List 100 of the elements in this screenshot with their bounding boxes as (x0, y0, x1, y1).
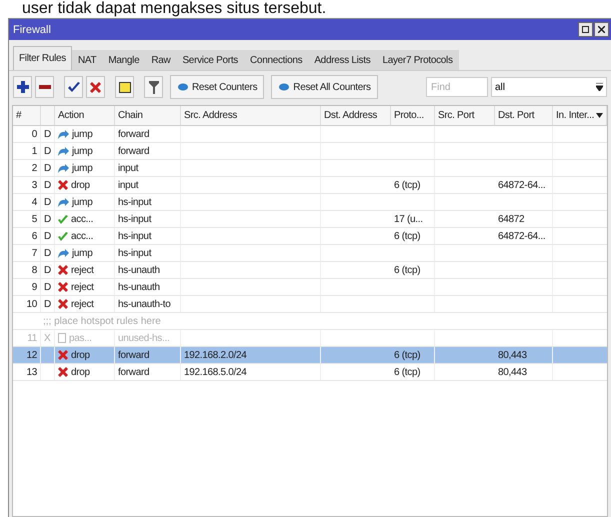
tab[interactable]: NAT (72, 50, 102, 70)
reset-icon (278, 83, 290, 91)
dst-port: 64872-64... (498, 180, 546, 190)
rule-comment: ;;; place hotspot rules here (43, 316, 161, 326)
flag-label: D (44, 298, 51, 310)
rule-chain: hs-unauth (118, 264, 160, 276)
reset-button[interactable]: Reset All Counters (271, 75, 378, 99)
rule-chain: hs-input (118, 196, 152, 208)
rule-chain: forward (118, 350, 150, 360)
column-header[interactable]: In. Inter... (556, 110, 594, 121)
src-address: 192.168.5.0/24 (184, 366, 247, 378)
rule-chain: input (118, 162, 138, 174)
cross-icon (58, 282, 68, 292)
rule-action: drop (71, 366, 90, 378)
rule-row[interactable]: 7 D jump hs-input (13, 245, 607, 262)
find-field[interactable]: Find (426, 77, 488, 97)
rule-number: 9 (32, 282, 37, 292)
rule-protocol: 17 (u... (394, 214, 423, 224)
filter-button[interactable] (144, 76, 163, 98)
rule-action: acc... (71, 230, 94, 242)
enable-button[interactable] (64, 76, 83, 98)
flag-label: D (44, 180, 51, 190)
dropdown-icon (596, 83, 603, 91)
tab[interactable]: Service Ports (176, 50, 244, 70)
column-header[interactable]: Proto... (394, 110, 424, 121)
column-header[interactable]: Src. Port (438, 110, 474, 121)
rule-action: jump (72, 128, 92, 140)
dst-port: 64872 (498, 214, 524, 224)
column-header[interactable]: Dst. Address (324, 110, 378, 121)
rule-number: 3 (32, 180, 37, 190)
dst-port: 64872-64... (498, 230, 546, 242)
flag-label: D (44, 282, 51, 292)
rule-number: 1 (32, 146, 37, 156)
rule-chain: hs-input (118, 214, 152, 224)
rule-action: reject (71, 298, 94, 310)
tab[interactable]: Layer7 Protocols (376, 50, 459, 70)
filter-icon (148, 80, 158, 94)
rule-row[interactable]: 12 drop forward 192.168.2.0/24 6 (tcp) 80,443 (13, 347, 607, 364)
maximize-button[interactable] (578, 22, 593, 37)
rule-action: drop (71, 180, 90, 190)
rule-number: 12 (26, 350, 37, 360)
column-header[interactable]: Src. Address (184, 110, 238, 121)
rule-protocol: 6 (tcp) (394, 264, 420, 276)
jump-icon (58, 248, 69, 258)
window-title: Firewall (13, 24, 51, 36)
remove-button[interactable] (35, 76, 54, 98)
note-icon (118, 82, 130, 92)
cross-icon (58, 367, 68, 377)
rule-protocol: 6 (tcp) (394, 350, 420, 360)
rule-row[interactable]: 4 D jump hs-input (13, 194, 607, 211)
rule-number: 6 (32, 230, 37, 242)
comment-button[interactable] (115, 76, 134, 98)
rule-row[interactable]: 10 D reject hs-unauth-to (13, 296, 607, 313)
rule-chain: hs-input (118, 230, 152, 242)
jump-icon (58, 146, 69, 156)
rule-action: drop (71, 350, 90, 360)
add-icon (16, 81, 28, 93)
rule-number: 5 (32, 214, 37, 224)
scope-dropdown[interactable]: all (491, 77, 607, 97)
rule-row[interactable]: 5 D acc... hs-input 17 (u... 64872 (13, 211, 607, 228)
rule-row[interactable]: 8 D reject hs-unauth 6 (tcp) (13, 262, 607, 279)
rule-protocol: 6 (tcp) (394, 366, 420, 378)
rule-row[interactable]: 0 D jump forward (13, 126, 607, 143)
reset-button[interactable]: Reset Counters (170, 75, 264, 99)
column-header[interactable]: Dst. Port (498, 110, 534, 121)
rule-action: jump (72, 146, 92, 156)
tab[interactable]: Address Lists (308, 50, 376, 70)
rule-row[interactable]: 3 D drop input 6 (tcp) 64872-64... (13, 177, 607, 194)
jump-icon (58, 164, 69, 172)
rule-number: 0 (32, 128, 37, 140)
dropdown-icon[interactable] (596, 113, 603, 118)
rule-row[interactable]: 2 D jump input (13, 160, 607, 177)
tab[interactable]: Connections (244, 50, 308, 70)
rule-row[interactable]: 9 D reject hs-unauth (13, 279, 607, 296)
flag-label: D (44, 214, 51, 224)
close-icon (598, 26, 605, 33)
rule-chain: hs-unauth-to (118, 298, 171, 310)
column-header[interactable]: # (16, 110, 22, 121)
column-header[interactable]: Action (58, 110, 84, 121)
flag-label: D (44, 146, 51, 156)
tab[interactable]: Mangle (102, 50, 146, 70)
rule-row[interactable]: 1 D jump forward (13, 143, 607, 160)
rule-action: acc... (71, 214, 94, 224)
flag-label: D (44, 264, 51, 276)
reset-icon (177, 83, 189, 91)
column-header[interactable]: Chain (118, 110, 143, 121)
tab[interactable]: Raw (145, 50, 176, 70)
disable-button[interactable] (86, 76, 105, 98)
rule-action: reject (71, 264, 94, 276)
remove-icon (38, 85, 50, 89)
flag-label: D (44, 230, 51, 242)
tab[interactable]: Filter Rules (13, 46, 72, 70)
rule-row[interactable]: 6 D acc... hs-input 6 (tcp) 64872-64... (13, 228, 607, 245)
close-button[interactable] (594, 22, 609, 37)
cross-icon (58, 299, 68, 309)
rule-row[interactable]: 13 drop forward 192.168.5.0/24 6 (tcp) 80,443 (13, 364, 607, 381)
rule-chain: forward (118, 366, 150, 378)
add-button[interactable] (13, 76, 32, 98)
flag-label: X (44, 332, 50, 344)
flag-label: D (44, 162, 51, 174)
